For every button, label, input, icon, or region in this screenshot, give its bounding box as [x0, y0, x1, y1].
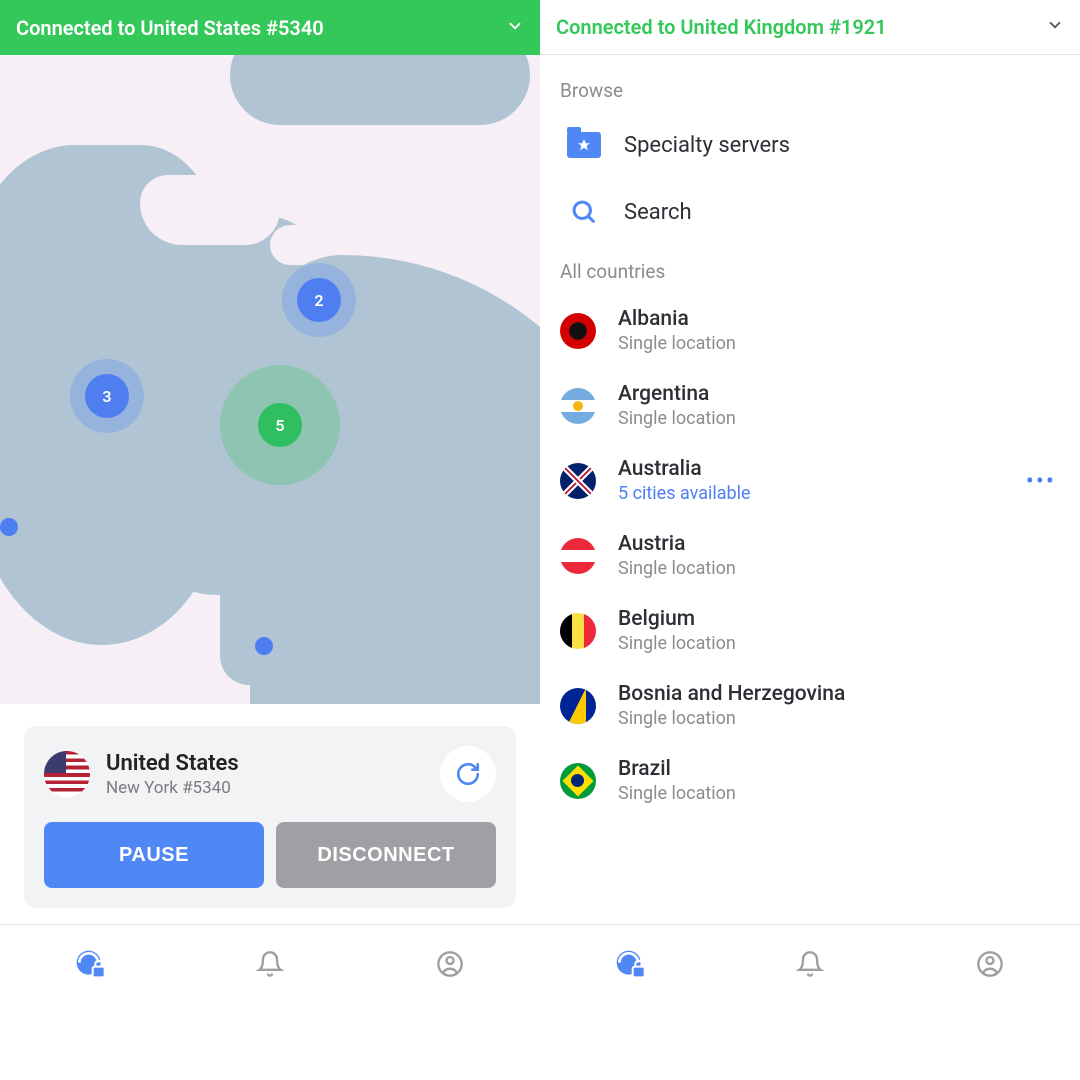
- status-bar-right[interactable]: Connected to United Kingdom #1921: [540, 0, 1080, 55]
- flag-icon: [560, 763, 596, 799]
- flag-icon: [560, 688, 596, 724]
- right-screen: Connected to United Kingdom #1921 Browse…: [540, 0, 1080, 1080]
- nav-account-icon[interactable]: [433, 947, 467, 981]
- map-view[interactable]: 3 2 5: [0, 55, 540, 704]
- bottom-nav-left: [0, 924, 540, 1002]
- map-dot[interactable]: [255, 637, 273, 655]
- refresh-button[interactable]: [440, 746, 496, 802]
- country-row[interactable]: BelgiumSingle location: [560, 593, 1060, 668]
- connection-status-right: Connected to United Kingdom #1921: [556, 15, 887, 39]
- specialty-label: Specialty servers: [624, 133, 790, 158]
- map-cluster[interactable]: 2: [282, 263, 356, 337]
- country-name: Belgium: [618, 607, 736, 631]
- allcountries-label: All countries: [560, 260, 1060, 283]
- flag-icon: [560, 388, 596, 424]
- connection-status-left: Connected to United States #5340: [16, 16, 324, 40]
- cluster-count: 2: [314, 291, 323, 310]
- folder-star-icon: [566, 132, 602, 158]
- country-name: Austria: [618, 532, 736, 556]
- country-sub: Single location: [618, 558, 736, 579]
- country-row[interactable]: Australia5 cities available •••: [560, 443, 1060, 518]
- country-row[interactable]: Bosnia and HerzegovinaSingle location: [560, 668, 1060, 743]
- disconnect-button[interactable]: DISCONNECT: [276, 822, 496, 888]
- bottom-nav-right: [540, 924, 1080, 1002]
- country-sub: Single location: [618, 408, 736, 429]
- right-body[interactable]: Browse Specialty servers Search All coun…: [540, 55, 1080, 924]
- country-name: Albania: [618, 307, 736, 331]
- chevron-down-icon[interactable]: [506, 16, 524, 40]
- nav-vpn-icon[interactable]: [73, 947, 107, 981]
- map-cluster[interactable]: 5: [220, 365, 340, 485]
- flag-icon: [560, 463, 596, 499]
- chevron-down-icon[interactable]: [1046, 15, 1064, 39]
- flag-icon: [560, 538, 596, 574]
- map-dot[interactable]: [0, 518, 18, 536]
- nav-account-icon[interactable]: [973, 947, 1007, 981]
- country-row[interactable]: BrazilSingle location: [560, 743, 1060, 818]
- country-sub: Single location: [618, 783, 736, 804]
- country-row[interactable]: ArgentinaSingle location: [560, 368, 1060, 443]
- country-row[interactable]: AlbaniaSingle location: [560, 293, 1060, 368]
- country-sub: Single location: [618, 708, 845, 729]
- browse-label: Browse: [560, 79, 1060, 102]
- search-label: Search: [624, 200, 692, 225]
- card-server: New York #5340: [106, 778, 239, 798]
- left-screen: Connected to United States #5340 3 2 5: [0, 0, 540, 1080]
- country-name: Bosnia and Herzegovina: [618, 682, 845, 706]
- nav-vpn-icon[interactable]: [613, 947, 647, 981]
- map-cluster[interactable]: 3: [70, 359, 144, 433]
- status-bar-left[interactable]: Connected to United States #5340: [0, 0, 540, 55]
- nav-bell-icon[interactable]: [253, 947, 287, 981]
- flag-icon: [560, 613, 596, 649]
- us-flag-icon: [44, 751, 90, 797]
- flag-icon: [560, 313, 596, 349]
- more-dots-icon[interactable]: •••: [1026, 467, 1056, 495]
- country-name: Australia: [618, 457, 751, 481]
- country-sub: Single location: [618, 633, 736, 654]
- pause-button[interactable]: PAUSE: [44, 822, 264, 888]
- nav-bell-icon[interactable]: [793, 947, 827, 981]
- search-icon: [566, 198, 602, 226]
- cluster-count: 3: [102, 387, 111, 406]
- specialty-servers-row[interactable]: Specialty servers: [560, 112, 1060, 178]
- connection-card: United States New York #5340 PAUSE DISCO…: [24, 726, 516, 908]
- card-country: United States: [106, 751, 239, 776]
- country-sub: 5 cities available: [618, 483, 751, 504]
- country-sub: Single location: [618, 333, 736, 354]
- country-row[interactable]: AustriaSingle location: [560, 518, 1060, 593]
- cluster-count: 5: [275, 416, 284, 435]
- country-name: Brazil: [618, 757, 736, 781]
- search-row[interactable]: Search: [560, 178, 1060, 246]
- country-name: Argentina: [618, 382, 736, 406]
